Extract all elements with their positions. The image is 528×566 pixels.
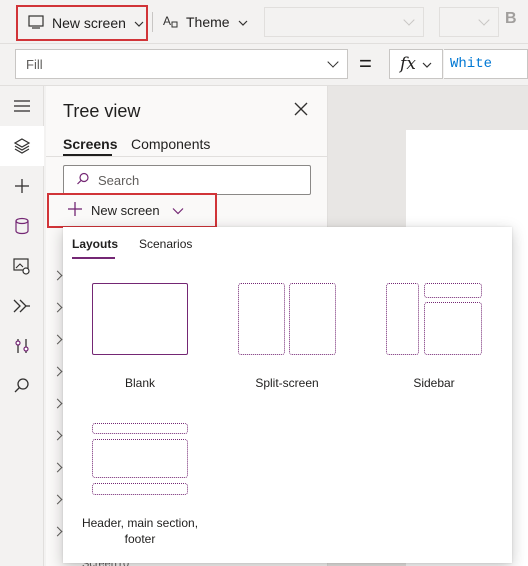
new-screen-ribbon-button[interactable]: New screen — [16, 5, 148, 41]
layout-label: Header, main section, footer — [81, 516, 199, 546]
search-icon — [76, 172, 90, 189]
fx-icon: fx — [400, 54, 416, 74]
tab-components[interactable]: Components — [131, 136, 210, 152]
active-tab-indicator — [72, 257, 115, 259]
tree-search-input[interactable]: Search — [63, 165, 311, 195]
layout-header-main-footer[interactable]: Header, main section, footer — [82, 417, 233, 557]
split-left-thumbnail — [238, 283, 285, 355]
search-placeholder: Search — [98, 172, 140, 188]
search-icon[interactable] — [0, 366, 44, 406]
insert-icon[interactable] — [0, 166, 44, 206]
sidebar-main-thumbnail — [424, 302, 482, 355]
new-screen-button[interactable]: New screen — [47, 193, 217, 228]
chevron-down-icon — [238, 14, 248, 30]
blank-thumbnail — [92, 283, 188, 355]
tab-scenarios[interactable]: Scenarios — [139, 237, 192, 251]
theme-icon: A — [162, 13, 178, 32]
tab-layouts[interactable]: Layouts — [72, 237, 118, 251]
main-thumbnail — [92, 439, 188, 478]
theme-label: Theme — [186, 14, 230, 30]
font-size-dropdown[interactable] — [439, 7, 499, 37]
equals-sign: = — [359, 51, 372, 76]
new-screen-button-label: New screen — [91, 203, 160, 218]
chevron-down-icon — [134, 15, 144, 31]
chevron-down-icon — [172, 203, 184, 218]
close-icon[interactable] — [293, 101, 309, 117]
svg-text:A: A — [163, 14, 171, 28]
formula-input[interactable]: White — [444, 49, 528, 79]
tree-view-title: Tree view — [63, 101, 141, 121]
footer-thumbnail — [92, 483, 188, 495]
fx-button[interactable]: fx — [389, 49, 443, 79]
chevron-down-icon — [422, 54, 432, 74]
theme-button[interactable]: A Theme — [162, 10, 248, 34]
hamburger-icon[interactable] — [0, 86, 44, 126]
left-rail — [0, 86, 44, 566]
sidebar-top-thumbnail — [424, 283, 482, 298]
chevron-down-icon — [403, 14, 415, 26]
header-thumbnail — [92, 423, 188, 434]
property-dropdown[interactable]: Fill — [15, 49, 348, 79]
bold-button[interactable]: B — [505, 10, 517, 28]
chevron-down-icon — [478, 14, 490, 26]
layout-label: Sidebar — [413, 376, 455, 390]
layout-label: Split-screen — [255, 376, 319, 390]
property-value: Fill — [26, 57, 43, 72]
ribbon-divider — [152, 12, 153, 32]
layout-split-screen[interactable]: Split-screen — [231, 277, 371, 397]
layout-label: Blank — [124, 376, 156, 390]
sidebar-left-thumbnail — [386, 283, 419, 355]
new-screen-icon — [28, 14, 44, 32]
media-icon[interactable] — [0, 246, 44, 286]
new-screen-ribbon-label: New screen — [52, 15, 126, 31]
divider — [46, 156, 328, 157]
data-icon[interactable] — [0, 206, 44, 246]
layers-icon[interactable] — [0, 126, 44, 166]
chevron-down-icon — [327, 56, 339, 68]
split-right-thumbnail — [289, 283, 336, 355]
new-screen-layouts-panel: Layouts Scenarios Blank Split-screen Sid… — [63, 227, 512, 563]
advanced-tools-icon[interactable] — [0, 326, 44, 366]
tab-screens[interactable]: Screens — [63, 136, 117, 152]
command-ribbon: New screen A Theme B — [0, 0, 528, 44]
formula-bar: Fill = fx White — [0, 44, 528, 86]
power-automate-icon[interactable] — [0, 286, 44, 326]
plus-icon — [67, 201, 83, 220]
layout-sidebar[interactable]: Sidebar — [379, 277, 509, 397]
layout-blank[interactable]: Blank — [83, 277, 223, 397]
font-dropdown[interactable] — [264, 7, 424, 37]
